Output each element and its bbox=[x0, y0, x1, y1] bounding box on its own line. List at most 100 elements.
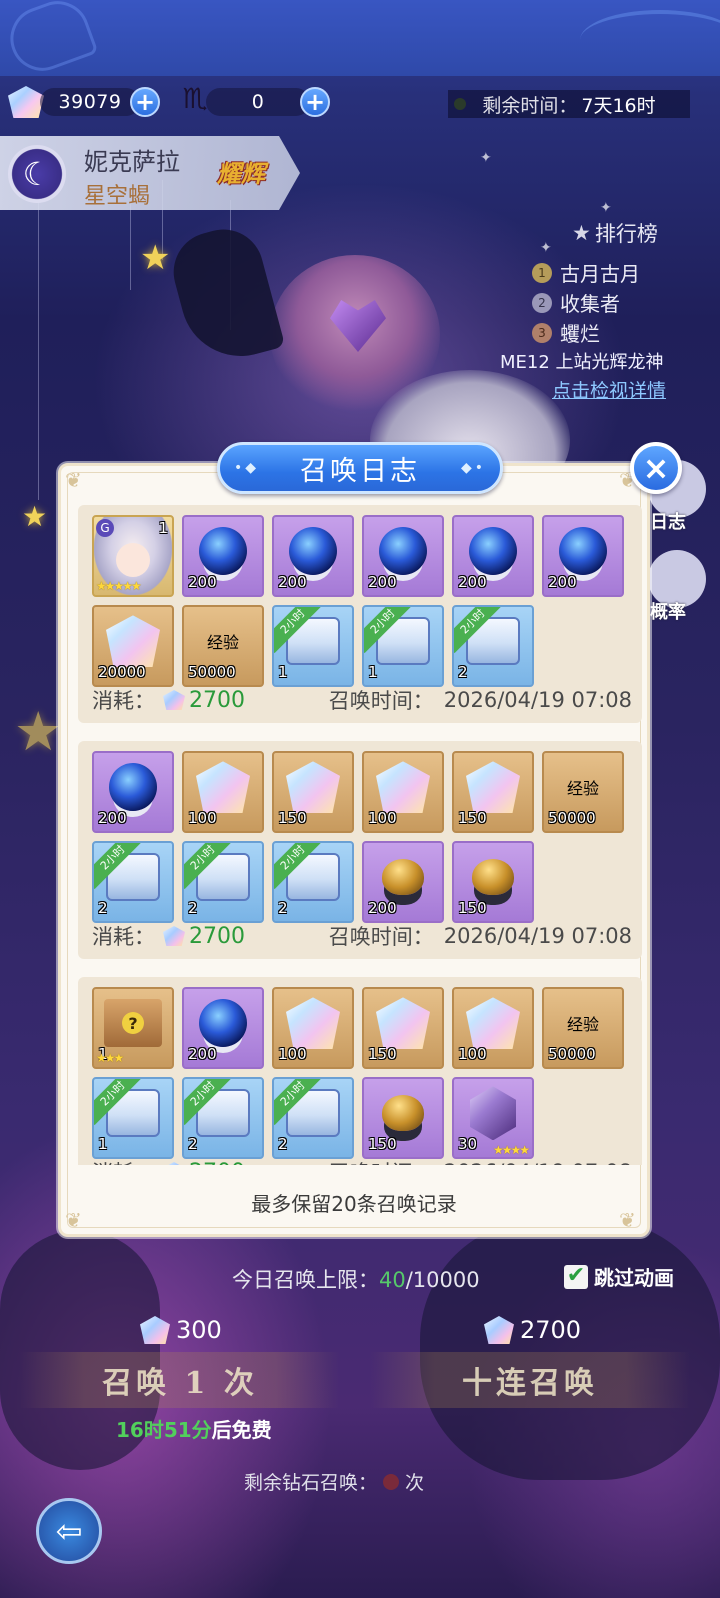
reward-item[interactable]: 200 bbox=[452, 515, 534, 597]
reward-quantity: 150 bbox=[458, 809, 487, 827]
character-title: 星空蝎 bbox=[84, 184, 151, 209]
reward-item[interactable]: 2小时 2 bbox=[272, 841, 354, 923]
reward-item[interactable]: 2小时 2 bbox=[272, 1077, 354, 1159]
star-decoration: ★ bbox=[14, 700, 63, 763]
cost-value: 2700 bbox=[189, 1160, 245, 1166]
reward-item[interactable]: 200 bbox=[362, 515, 444, 597]
reward-quantity: 100 bbox=[188, 809, 217, 827]
ten-summon-price-value: 2700 bbox=[520, 1316, 582, 1344]
back-button[interactable]: ⇦ bbox=[36, 1498, 102, 1564]
crystal-icon bbox=[376, 761, 430, 814]
reward-quantity: 2 bbox=[278, 899, 288, 917]
reward-item[interactable]: 2小时 1 bbox=[92, 1077, 174, 1159]
reward-item[interactable]: 100 bbox=[362, 751, 444, 833]
reward-item[interactable]: 200 bbox=[542, 515, 624, 597]
single-summon-price-value: 300 bbox=[176, 1316, 222, 1344]
remaining-count-icon bbox=[383, 1473, 400, 1490]
star-decoration: ★ bbox=[22, 500, 48, 533]
reward-quantity: 30 bbox=[458, 1135, 478, 1153]
reward-item[interactable]: 200 bbox=[362, 841, 444, 923]
cost-value: 2700 bbox=[189, 923, 245, 949]
timer-icon bbox=[454, 98, 466, 110]
crystal-icon bbox=[466, 997, 520, 1050]
single-summon-button[interactable]: 召唤 1 次 bbox=[20, 1352, 340, 1408]
reward-item[interactable]: 200 bbox=[92, 751, 174, 833]
reward-quantity: 150 bbox=[368, 1045, 397, 1063]
reward-item[interactable]: 2小时 2 bbox=[452, 605, 534, 687]
single-summon-price: 300 bbox=[140, 1316, 222, 1344]
reward-quantity: 200 bbox=[188, 1045, 217, 1063]
cost-value: 2700 bbox=[189, 687, 245, 713]
reward-item[interactable]: 2小时 2 bbox=[182, 841, 264, 923]
reward-quantity: 150 bbox=[368, 1135, 397, 1153]
cost-label: 消耗： bbox=[92, 1157, 155, 1165]
exp-label: 经验 bbox=[566, 779, 600, 799]
hanging-line bbox=[130, 200, 131, 290]
reward-item[interactable]: 2小时 1 bbox=[362, 605, 444, 687]
reward-quantity: 100 bbox=[278, 1045, 307, 1063]
reward-item[interactable]: 经验 50000 bbox=[542, 751, 624, 833]
reward-item[interactable]: 经验 50000 bbox=[182, 605, 264, 687]
event-timer: 剩余时间： 7天16时 bbox=[448, 90, 690, 118]
summon-time-value: 2026/04/19 07:08 bbox=[443, 924, 632, 948]
ranking-entry-name: 古月古月 bbox=[560, 262, 640, 286]
reward-quantity: 200 bbox=[98, 809, 127, 827]
reward-item[interactable]: 150 bbox=[452, 841, 534, 923]
rank-number-badge: 3 bbox=[532, 322, 552, 343]
reward-quantity: 1 bbox=[368, 663, 378, 681]
ranking-details-link[interactable]: 点击检视详情 bbox=[552, 376, 666, 403]
purple-gem-icon bbox=[470, 1086, 516, 1141]
crystal-icon bbox=[286, 997, 340, 1050]
reward-item[interactable]: 2小时 1 bbox=[272, 605, 354, 687]
diamond-icon bbox=[140, 1316, 170, 1344]
add-tokens-button[interactable]: + bbox=[300, 87, 330, 117]
remaining-summons: 剩余钻石召唤： 次 bbox=[244, 1468, 424, 1495]
reward-quantity: 20000 bbox=[98, 663, 146, 681]
summon-records-list[interactable]: G 1 ★★★★★ 200 200 200 200 200 20000 经验 50000 2小时 1 2小… bbox=[78, 505, 642, 1165]
exp-label: 经验 bbox=[206, 633, 240, 653]
ranking-title[interactable]: ★ 排行榜 bbox=[572, 218, 658, 248]
reward-item[interactable]: 经验 50000 bbox=[542, 987, 624, 1069]
star-orb-icon bbox=[469, 527, 517, 576]
reward-item[interactable]: 200 bbox=[182, 515, 264, 597]
reward-item[interactable]: 20000 bbox=[92, 605, 174, 687]
ranking-entry-name: 蠼烂 bbox=[560, 322, 600, 346]
reward-item[interactable]: 100 bbox=[272, 987, 354, 1069]
close-button[interactable]: × bbox=[630, 442, 682, 494]
free-summon-time: 16时51分 bbox=[116, 1418, 212, 1442]
reward-item[interactable]: 30 ★★★★ bbox=[452, 1077, 534, 1159]
reward-quantity: 2 bbox=[278, 1135, 288, 1153]
reward-quantity: 50000 bbox=[548, 1045, 596, 1063]
ten-summon-button[interactable]: 十连召唤 bbox=[370, 1352, 690, 1408]
reward-item[interactable]: 150 bbox=[272, 751, 354, 833]
skip-animation-label: 跳过动画 bbox=[594, 1266, 674, 1290]
skip-animation-toggle[interactable]: ✔ 跳过动画 bbox=[564, 1262, 674, 1291]
corner-ornament: ❦ bbox=[65, 468, 82, 492]
reward-item[interactable]: 2小时 2 bbox=[92, 841, 174, 923]
character-name: 妮克萨拉 bbox=[84, 148, 180, 176]
reward-item[interactable]: ? 1 ★★★ bbox=[92, 987, 174, 1069]
reward-item[interactable]: 150 bbox=[362, 987, 444, 1069]
summon-time-value: 2026/04/19 07:08 bbox=[443, 688, 632, 712]
diamond-icon bbox=[163, 926, 185, 946]
dialog-title-label: 召唤日志 bbox=[300, 455, 420, 487]
golden-egg-icon bbox=[382, 859, 424, 896]
reward-item[interactable]: 150 bbox=[452, 751, 534, 833]
crystal-icon bbox=[286, 761, 340, 814]
reward-item[interactable]: 200 bbox=[182, 987, 264, 1069]
reward-item[interactable]: 200 bbox=[272, 515, 354, 597]
reward-item[interactable]: 100 bbox=[452, 987, 534, 1069]
title-ornament: ◆• bbox=[460, 460, 486, 476]
check-icon[interactable]: ✔ bbox=[564, 1264, 588, 1289]
reward-item[interactable]: 100 bbox=[182, 751, 264, 833]
rank-number-badge: 1 bbox=[532, 262, 552, 283]
crystal-icon bbox=[466, 761, 520, 814]
reward-quantity: 200 bbox=[278, 573, 307, 591]
add-diamonds-button[interactable]: + bbox=[130, 87, 160, 117]
reward-quantity: 200 bbox=[458, 573, 487, 591]
reward-item[interactable]: 150 bbox=[362, 1077, 444, 1159]
reward-quantity: 2 bbox=[98, 899, 108, 917]
reward-item[interactable]: 2小时 2 bbox=[182, 1077, 264, 1159]
top-banner bbox=[0, 0, 720, 80]
reward-item[interactable]: G 1 ★★★★★ bbox=[92, 515, 174, 597]
